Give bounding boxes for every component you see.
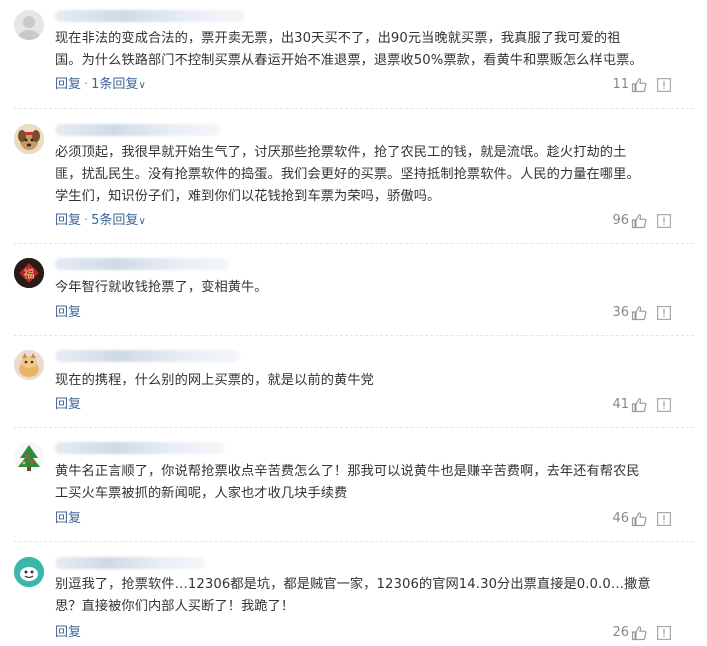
comment-actions: 回复 [55, 397, 81, 413]
like-count: 46 [612, 511, 629, 526]
thumbs-up-icon[interactable] [631, 77, 647, 93]
comment-text: 别逗我了，抢票软件…12306都是坑，都是贼官一家，12306的官网14.30分… [55, 577, 651, 614]
comment-divider [14, 541, 694, 543]
like-area: 26 [595, 625, 679, 641]
report-icon[interactable] [657, 214, 671, 228]
like-area: 46 [595, 511, 679, 527]
reply-link[interactable]: 回复 [55, 397, 81, 412]
thumbs-up-icon[interactable] [631, 625, 647, 641]
thumbs-up-icon[interactable] [631, 511, 647, 527]
reply-link[interactable]: 回复 [55, 625, 81, 640]
report-icon[interactable] [657, 398, 671, 412]
reply-count-link[interactable]: 5条回复 [91, 213, 138, 228]
separator-dot: · [84, 77, 89, 92]
like-area: 11 [595, 77, 679, 93]
thumbs-up-icon[interactable] [631, 397, 647, 413]
separator-dot: · [84, 213, 89, 228]
comment-text: 现在的携程，什么别的网上买票的，就是以前的黄牛党 [55, 373, 374, 388]
comment-divider [14, 108, 694, 110]
smile-avatar-icon[interactable] [14, 557, 44, 587]
fu-avatar-icon[interactable]: 福 [14, 258, 44, 288]
report-icon[interactable] [657, 512, 671, 526]
comment-divider [14, 335, 694, 337]
like-count: 11 [612, 77, 629, 92]
reply-count-link[interactable]: 1条回复 [91, 77, 138, 92]
like-count: 26 [612, 625, 629, 640]
comment-text: 今年智行就收钱抢票了，变相黄牛。 [55, 280, 268, 295]
christmas-avatar-icon[interactable] [14, 442, 44, 472]
reply-link[interactable]: 回复 [55, 511, 81, 526]
username-blurred[interactable] [55, 350, 240, 362]
comment-text: 必须顶起，我很早就开始生气了，讨厌那些抢票软件，抢了农民工的钱，就是流氓。趁火打… [55, 145, 640, 204]
reply-link[interactable]: 回复 [55, 213, 81, 228]
comment-actions: 回复 [55, 305, 81, 321]
reply-link[interactable]: 回复 [55, 305, 81, 320]
dog-avatar-icon[interactable] [14, 124, 44, 154]
chevron-down-icon[interactable]: ∨ [138, 80, 145, 91]
like-count: 96 [612, 213, 629, 228]
comment-actions: 回复 · 5条回复∨ [55, 213, 146, 230]
default-avatar-icon[interactable] [14, 10, 44, 40]
like-area: 96 [595, 213, 679, 229]
comment-actions: 回复 · 1条回复∨ [55, 77, 146, 94]
thumbs-up-icon[interactable] [631, 305, 647, 321]
cartoon-avatar-icon[interactable] [14, 350, 44, 380]
like-count: 41 [612, 397, 629, 412]
like-area: 36 [595, 305, 679, 321]
username-blurred[interactable] [55, 258, 230, 270]
comment-divider [14, 427, 694, 429]
comment-divider [14, 243, 694, 245]
comment-text: 黄牛名正言顺了，你说帮抢票收点辛苦费怎么了！那我可以说黄牛也是赚辛苦费啊，去年还… [55, 464, 640, 501]
reply-link[interactable]: 回复 [55, 77, 81, 92]
username-blurred[interactable] [55, 124, 220, 136]
comment-actions: 回复 [55, 511, 81, 527]
like-area: 41 [595, 397, 679, 413]
like-count: 36 [612, 305, 629, 320]
report-icon[interactable] [657, 78, 671, 92]
chevron-down-icon[interactable]: ∨ [138, 216, 145, 227]
username-blurred[interactable] [55, 557, 205, 569]
comment-text: 现在非法的变成合法的，票开卖无票，出30天买不了，出90元当晚就买票，我真服了我… [55, 31, 643, 68]
report-icon[interactable] [657, 626, 671, 640]
username-blurred[interactable] [55, 10, 245, 22]
username-blurred[interactable] [55, 442, 225, 454]
thumbs-up-icon[interactable] [631, 213, 647, 229]
comment-actions: 回复 [55, 625, 81, 641]
svg-text:福: 福 [24, 267, 35, 281]
report-icon[interactable] [657, 306, 671, 320]
